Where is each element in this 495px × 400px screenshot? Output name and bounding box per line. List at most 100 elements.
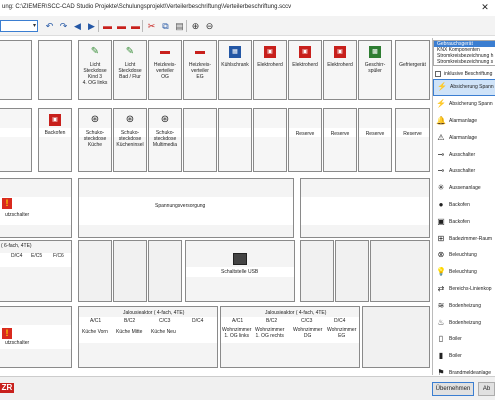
symbol-item[interactable]: ⚑ Brandmeldeanlage (433, 365, 495, 375)
checkbox-box[interactable] (435, 70, 441, 77)
symbol-item-label: Beleuchtung (449, 269, 477, 276)
row1-cell[interactable]: ▬ Heizkreis- verteiler EG (183, 40, 217, 100)
fire-alarm-icon: ⚑ (437, 367, 445, 375)
row3-right-block[interactable] (300, 178, 430, 238)
category-list-item[interactable]: Stromkreisbezeichnung s (434, 59, 495, 65)
symbol-item[interactable]: ♨ Bodenheizung (433, 314, 495, 331)
row2-cell[interactable]: ⊛ Schuko- steckdose Küche (78, 108, 112, 172)
row3-left-block[interactable]: ! utzschalter (0, 178, 72, 238)
warning-icon: ! (2, 198, 12, 209)
cut-icon[interactable]: ✂ (145, 20, 158, 32)
jalousie1-name-1: Küche Vorn (82, 329, 108, 335)
symbol-item[interactable]: ⊸ Ausschalter (433, 146, 495, 163)
apply-button[interactable]: Übernehmen (432, 382, 474, 396)
row4-group-block[interactable]: ( 6-fach, 4TE) D/C4 E/C5 F/C6 (0, 240, 72, 302)
symbol-item-label: Badezimmer-Raum (449, 235, 493, 242)
symbol-item[interactable]: ▮ Boiler (433, 348, 495, 365)
symbol-item[interactable]: ⊗ Beleuchtung (433, 247, 495, 264)
include-labels-checkbox[interactable]: inklusive Beschriftung (433, 69, 495, 78)
row4-cell[interactable] (335, 240, 369, 302)
symbol-item-label: Backofen (449, 201, 470, 208)
redo-icon[interactable]: ↷ (57, 20, 70, 32)
paste-icon[interactable]: ▤ (173, 20, 186, 32)
row5-left-block[interactable]: ! utzschalter (0, 306, 72, 368)
cell-label-area (254, 128, 286, 137)
symbol-item[interactable]: ✳ Aussenanlage (433, 180, 495, 197)
row4-cell[interactable] (148, 240, 182, 302)
delete-row-icon[interactable]: ▬ (101, 20, 114, 32)
cell-label: Elektroherd (292, 62, 318, 68)
row2-cell[interactable]: ⊛ Schuko- steckdose Kücheninsel (113, 108, 147, 172)
symbol-item[interactable]: ⚠ Alarmanlage (433, 129, 495, 146)
row1-cell[interactable]: ✎ Licht Steckdose Bad / Flur (113, 40, 147, 100)
row2-cell[interactable] (0, 108, 32, 172)
warning-icon: ! (2, 328, 12, 339)
row2-cell[interactable] (218, 108, 252, 172)
row1-cell[interactable]: ▣ Elektroherd (323, 40, 357, 100)
voltage-supply-block[interactable]: Spannungsversorgung (78, 178, 294, 238)
move-left-icon[interactable]: ◀ (71, 20, 84, 32)
row2-cell[interactable]: Reserve (323, 108, 357, 172)
symbol-item[interactable]: ▯ Boiler (433, 331, 495, 348)
jalousie1-header: Jalousieaktor ( 4-fach, 4TE) (123, 310, 185, 316)
symbol-item[interactable]: ≋ Bodenheizung (433, 297, 495, 314)
cell-label: Reserve (295, 131, 315, 137)
cell-label: Schuko- steckdose Kücheninsel (116, 130, 144, 148)
symbol-item[interactable]: 🔔 Alarmanlage (433, 113, 495, 130)
usb-switch-block[interactable]: Schaltstelle USB (185, 240, 295, 302)
delete-column-icon[interactable]: ▬ (115, 20, 128, 32)
chevron-down-icon[interactable]: ▾ (33, 22, 36, 31)
row2-cell[interactable] (253, 108, 287, 172)
row5-cell[interactable] (362, 306, 430, 368)
zoom-combo[interactable]: ▾ (0, 20, 38, 32)
device-icon: ▣ (334, 46, 346, 58)
device-icon: ▦ (229, 46, 241, 58)
symbol-item[interactable]: ▣ Backofen (433, 213, 495, 230)
symbol-item[interactable]: ● Backofen (433, 197, 495, 214)
symbol-item[interactable]: ⇄ Bereichs-Linienkop (433, 281, 495, 298)
symbol-item[interactable]: ⚡ Absicherung Spann (433, 96, 495, 113)
row2-cell[interactable]: ⊛ Schuko- steckdose Multimedia (148, 108, 182, 172)
row1-cell[interactable]: ▣ Elektroherd (288, 40, 322, 100)
cancel-button[interactable]: Ab (478, 382, 495, 396)
row1-cell[interactable]: ▬ Heizkreis- verteiler OG (148, 40, 182, 100)
row4-circuit-2: E/C5 (31, 253, 43, 259)
close-window-icon[interactable]: ✕ (475, 0, 495, 14)
cell-label: Backofen (44, 130, 66, 136)
oven-box-icon: ▣ (437, 216, 445, 226)
undo-icon[interactable]: ↶ (43, 20, 56, 32)
row2-cell[interactable] (183, 108, 217, 172)
delete-cell-icon[interactable]: ▬ (129, 20, 142, 32)
row1-cell[interactable]: ▣ Elektroherd (253, 40, 287, 100)
jalousie-actuator-2[interactable]: Jalousieaktor ( 4-fach, 4TE) A/C1 B/C2 C… (220, 306, 360, 368)
copy-icon[interactable]: ⧉ (159, 20, 172, 32)
symbol-item[interactable]: ⚡ Absicherung Spann (433, 79, 495, 96)
row1-cell[interactable]: ✎ Licht Steckdose Kind 3 4. OG links (78, 40, 112, 100)
row1-cell[interactable]: ▩ Geschirr- spüler (358, 40, 392, 100)
zoom-in-icon[interactable]: ⊕ (189, 20, 202, 32)
category-list[interactable]: Gebrauchsgerät KNX Komponenten Stromkreisb… (433, 40, 495, 66)
distribution-board-editor: ✎ Licht Steckdose Kind 3 4. OG links ✎ Lich… (0, 38, 430, 375)
jalousie-actuator-1[interactable]: Jalousieaktor ( 4-fach, 4TE) A/C1 B/C2 C… (78, 306, 218, 368)
row4-cell[interactable] (113, 240, 147, 302)
row2-cell[interactable]: Reserve (288, 108, 322, 172)
row4-cell[interactable] (370, 240, 430, 302)
symbol-item[interactable]: ⊸ Ausschalter (433, 163, 495, 180)
row2-cell[interactable]: ▣ Backofen (38, 108, 72, 172)
row2-cell[interactable]: Reserve (358, 108, 392, 172)
row4-cell[interactable] (78, 240, 112, 302)
symbol-item[interactable]: ⊞ Badezimmer-Raum (433, 230, 495, 247)
row4-cell[interactable] (300, 240, 334, 302)
symbol-item[interactable]: 💡 Beleuchtung (433, 264, 495, 281)
cell-label: Geschirr- spüler (364, 62, 386, 74)
row4-circuit-3: F/C6 (53, 253, 64, 259)
row1-cell[interactable]: ▦ Kühlschrank (218, 40, 252, 100)
jalousie2-name-3: Wohnzimmer DG (293, 327, 323, 339)
row1-cell[interactable] (38, 40, 72, 100)
row2-cell[interactable]: Reserve (395, 108, 430, 172)
row5-left-label: utzschalter (5, 340, 30, 346)
zoom-out-icon[interactable]: ⊖ (203, 20, 216, 32)
move-right-icon[interactable]: ▶ (85, 20, 98, 32)
row1-cell[interactable]: Gefriergerät (395, 40, 430, 100)
row1-cell[interactable] (0, 40, 32, 100)
